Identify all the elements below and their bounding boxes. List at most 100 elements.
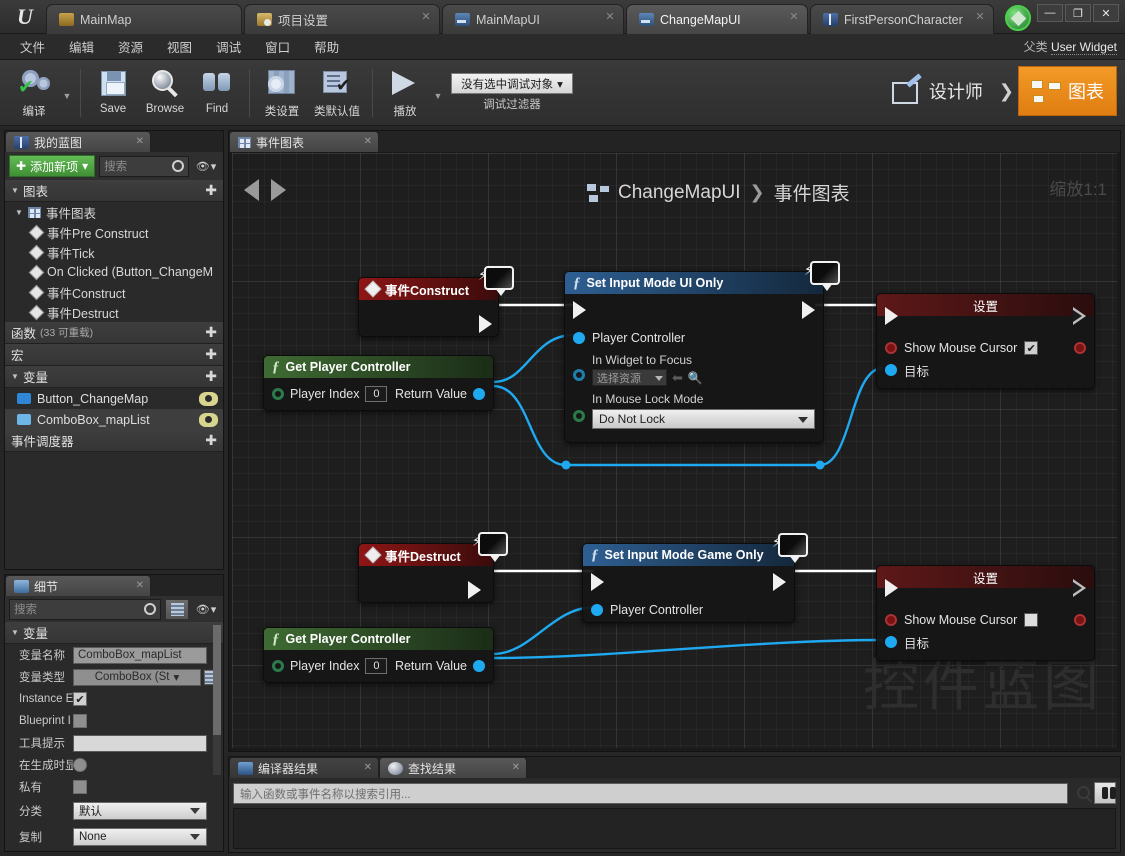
section-macros[interactable]: 宏 ✚ — [5, 344, 223, 366]
menu-view[interactable]: 视图 — [157, 34, 202, 59]
close-icon[interactable]: ✕ — [789, 12, 799, 23]
close-icon[interactable]: ✕ — [975, 12, 985, 23]
eye-icon[interactable] — [199, 391, 218, 406]
player-controller-pin-icon[interactable] — [573, 332, 585, 344]
menu-help[interactable]: 帮助 — [304, 34, 349, 59]
node-comment-bubble[interactable] — [810, 261, 840, 291]
visibility-options-button[interactable]: 👁 ▾ — [193, 156, 219, 177]
add-graph-button[interactable]: ✚ — [205, 182, 217, 199]
player-index-input-pin-icon[interactable] — [272, 660, 284, 672]
tree-item-event-graph[interactable]: ▼ 事件图表 — [5, 202, 223, 222]
menu-window[interactable]: 窗口 — [255, 34, 300, 59]
node-set-show-mouse-cursor-2[interactable]: 设置 Show Mouse Cursor 目标 — [876, 565, 1095, 661]
return-value-output-pin-icon[interactable] — [473, 388, 485, 400]
pin-exec-out[interactable] — [460, 579, 489, 601]
add-macro-button[interactable]: ✚ — [205, 346, 217, 363]
show-mouse-cursor-output-pin-icon[interactable] — [1074, 342, 1086, 354]
pin-exec-out[interactable] — [471, 313, 498, 335]
details-search-input[interactable]: 搜索 — [9, 598, 161, 620]
find-in-blueprints-button[interactable] — [1094, 782, 1116, 804]
browse-asset-icon[interactable]: 🔍 — [688, 371, 703, 385]
tab-changemapui[interactable]: ChangeMapUI ✕ — [626, 4, 808, 34]
variable-item-button-changemap[interactable]: Button_ChangeMap — [5, 388, 223, 409]
menu-file[interactable]: 文件 — [10, 34, 55, 59]
compile-button[interactable]: ✔ 编译 — [8, 64, 60, 122]
parent-class-value[interactable]: User Widget — [1050, 40, 1117, 55]
tree-item-on-clicked-button-changemap[interactable]: On Clicked (Button_ChangeM — [5, 262, 223, 282]
mode-designer-button[interactable]: 设计师 — [880, 66, 995, 116]
exec-in-pin-icon[interactable] — [591, 573, 604, 591]
add-function-button[interactable]: ✚ — [205, 324, 217, 341]
browse-button[interactable]: Browse — [139, 64, 191, 122]
tab-mainmap[interactable]: MainMap — [46, 4, 242, 34]
instance-editable-checkbox[interactable]: ✔ — [73, 692, 87, 706]
exec-out-pin-icon[interactable] — [773, 573, 786, 591]
exec-in-pin-icon[interactable] — [573, 301, 586, 319]
exec-out-pin-icon[interactable] — [1073, 579, 1086, 597]
tooltip-input[interactable] — [73, 734, 207, 752]
close-icon[interactable]: ✕ — [605, 12, 615, 23]
menu-debug[interactable]: 调试 — [206, 34, 251, 59]
blueprint-readonly-checkbox[interactable] — [73, 714, 87, 728]
tab-firstpersoncharacter[interactable]: FirstPersonCharacter ✕ — [810, 4, 994, 34]
mode-graph-button[interactable]: 图表 — [1018, 66, 1117, 116]
expose-on-spawn-checkbox[interactable] — [73, 758, 87, 772]
in-widget-to-focus-pin-icon[interactable] — [573, 369, 585, 381]
replication-dropdown[interactable]: None — [73, 828, 207, 846]
class-settings-button[interactable]: 类设置 — [256, 64, 308, 122]
close-icon[interactable]: ✕ — [512, 763, 520, 773]
player-index-input[interactable]: 0 — [365, 386, 388, 402]
menu-edit[interactable]: 编辑 — [59, 34, 104, 59]
close-icon[interactable]: ✕ — [421, 12, 431, 23]
show-mouse-cursor-pin-icon[interactable] — [885, 614, 897, 626]
exec-in-pin-icon[interactable] — [885, 307, 898, 325]
close-icon[interactable]: ✕ — [136, 137, 144, 147]
find-results-search-input[interactable]: 输入函数或事件名称以搜索引用... — [233, 783, 1068, 804]
tab-my-blueprint[interactable]: 我的蓝图 ✕ — [5, 131, 151, 152]
return-value-output-pin-icon[interactable] — [473, 660, 485, 672]
class-defaults-button[interactable]: 类默认值 — [308, 64, 366, 122]
use-selected-asset-icon[interactable]: ⬅ — [672, 370, 683, 386]
tab-details[interactable]: 细节 ✕ — [5, 575, 151, 596]
exec-pin-icon[interactable] — [468, 581, 481, 599]
add-new-button[interactable]: ✚ 添加新项 ▾ — [9, 155, 96, 177]
tab-find-results[interactable]: 查找结果 ✕ — [379, 757, 527, 778]
player-index-input-pin-icon[interactable] — [272, 388, 284, 400]
menu-assets[interactable]: 资源 — [108, 34, 153, 59]
minimize-button[interactable]: — — [1037, 4, 1063, 22]
select-asset-dropdown[interactable]: 选择资源 — [592, 369, 667, 386]
category-dropdown[interactable]: 默认 — [73, 802, 207, 820]
mouse-lock-mode-dropdown[interactable]: Do Not Lock — [592, 409, 815, 429]
player-index-input[interactable]: 0 — [365, 658, 388, 674]
find-results-list[interactable] — [233, 808, 1116, 849]
exec-in-pin-icon[interactable] — [885, 579, 898, 597]
close-icon[interactable]: ✕ — [364, 137, 372, 147]
player-controller-pin-icon[interactable] — [591, 604, 603, 616]
tree-item-event-tick[interactable]: 事件Tick — [5, 242, 223, 262]
exec-out-pin-icon[interactable] — [1073, 307, 1086, 325]
find-button[interactable]: Find — [191, 64, 243, 122]
tab-event-graph[interactable]: 事件图表 ✕ — [229, 131, 379, 152]
show-mouse-cursor-checkbox[interactable] — [1024, 613, 1039, 627]
my-blueprint-search-input[interactable]: 搜索 — [99, 155, 189, 177]
details-scrollbar[interactable] — [213, 625, 221, 775]
node-set-input-mode-game-only[interactable]: ƒ Set Input Mode Game Only Player Contro… — [582, 543, 795, 623]
node-comment-bubble[interactable] — [478, 532, 508, 562]
details-grid-view-button[interactable] — [165, 598, 189, 620]
show-mouse-cursor-output-pin-icon[interactable] — [1074, 614, 1086, 626]
exec-pin-icon[interactable] — [479, 315, 492, 333]
node-comment-bubble[interactable] — [484, 266, 514, 296]
graph-canvas[interactable]: ChangeMapUI ❯ 事件图表 缩放1:1 控件蓝图 事件Construc… — [232, 153, 1117, 748]
close-icon[interactable]: ✕ — [364, 763, 372, 773]
save-button[interactable]: Save — [87, 64, 139, 122]
show-mouse-cursor-checkbox[interactable]: ✔ — [1024, 341, 1039, 355]
in-mouse-lock-mode-pin-icon[interactable] — [573, 410, 585, 422]
node-get-player-controller-1[interactable]: ƒ Get Player Controller Player Index 0 R… — [263, 355, 494, 411]
add-variable-button[interactable]: ✚ — [205, 368, 217, 385]
tree-item-event-destruct[interactable]: 事件Destruct — [5, 302, 223, 322]
target-pin-icon[interactable] — [885, 636, 897, 648]
variable-type-dropdown[interactable]: ComboBox (St ▾ — [73, 668, 201, 686]
maximize-button[interactable]: ❐ — [1065, 4, 1091, 22]
tab-mainmapui[interactable]: MainMapUI ✕ — [442, 4, 624, 34]
compile-dropdown-chevron-icon[interactable]: ▼ — [60, 91, 74, 101]
